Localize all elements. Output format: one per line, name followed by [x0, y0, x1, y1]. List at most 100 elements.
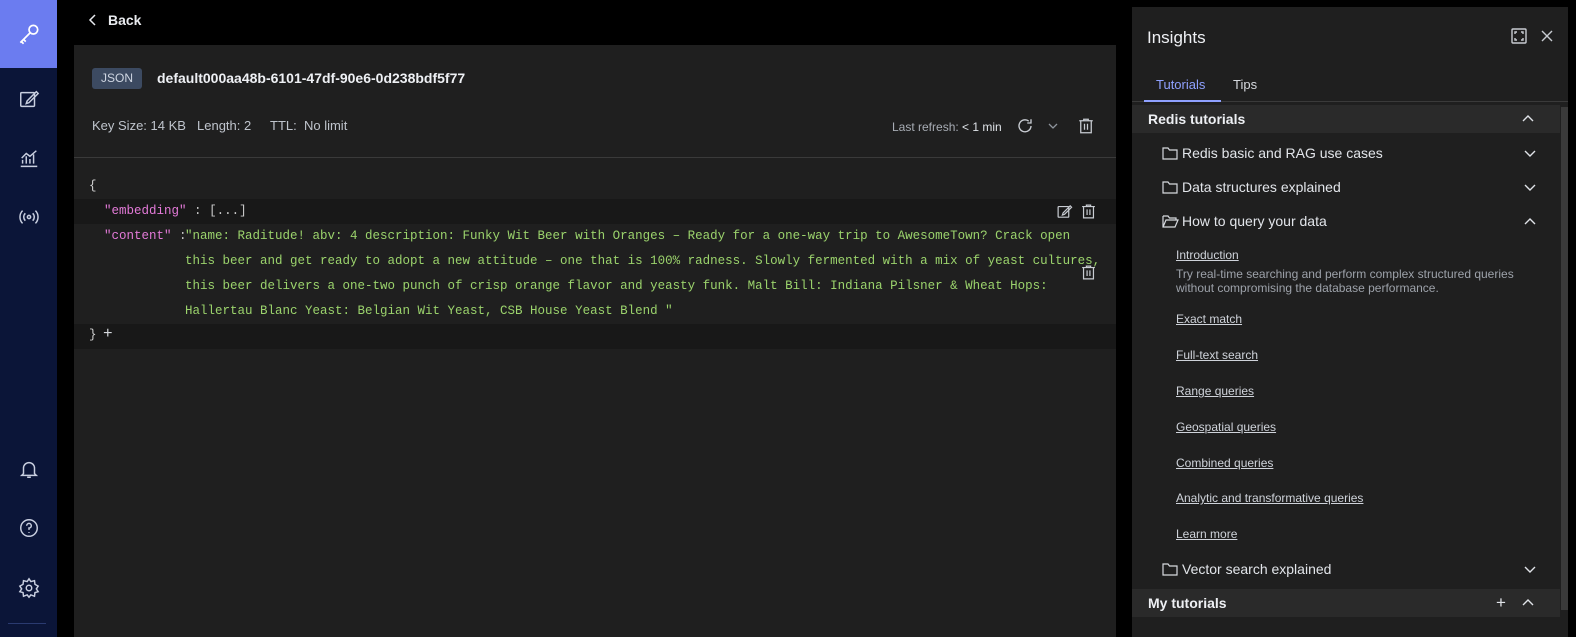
top-bar [74, 0, 1116, 45]
length-label: Length: [197, 118, 241, 133]
chevron-up-icon [1524, 217, 1536, 225]
folder-icon [1162, 562, 1178, 576]
folder-icon [1162, 146, 1178, 160]
auto-refresh-dropdown[interactable] [1048, 122, 1058, 130]
key-size-info: Key Size: 14 KB [92, 118, 186, 133]
nav-divider [8, 623, 46, 624]
last-refresh-value: < 1 min [962, 120, 1002, 134]
add-field-button[interactable]: + [103, 325, 113, 343]
tutorial-link[interactable]: Combined queries [1176, 456, 1273, 470]
tab-tips[interactable]: Tips [1233, 77, 1257, 92]
folder-redis-basic[interactable]: Redis basic and RAG use cases [1162, 141, 1560, 165]
add-tutorial-button[interactable]: + [1496, 593, 1506, 613]
introduction-description: Try real-time searching and perform comp… [1176, 267, 1514, 295]
key-name[interactable]: default000aa48b-6101-47df-90e6-0d238bdf5… [157, 70, 465, 86]
edit-icon [18, 88, 40, 110]
chevron-left-icon [88, 13, 98, 27]
ttl-info[interactable]: TTL: No limit [270, 118, 347, 133]
folder-label: Data structures explained [1182, 179, 1341, 195]
chevron-down-icon [1048, 122, 1058, 130]
folder-label: Vector search explained [1182, 561, 1332, 577]
tutorial-link[interactable]: Geospatial queries [1176, 420, 1276, 434]
close-insights-button[interactable] [1541, 30, 1553, 42]
field-key: "embedding" [104, 204, 187, 218]
field-key: "content" [104, 229, 172, 243]
json-field-row[interactable]: "content" : "name: Raditude! abv: 4 desc… [74, 224, 1116, 324]
delete-field-button[interactable] [1080, 264, 1097, 281]
tutorial-link[interactable]: Exact match [1176, 312, 1242, 326]
folder-query-data[interactable]: How to query your data [1162, 209, 1560, 233]
last-refresh: Last refresh: < 1 min [892, 120, 1002, 134]
key-size-label: Key Size: [92, 118, 147, 133]
fullscreen-icon [1511, 28, 1527, 44]
pubsub-icon [17, 206, 41, 228]
folder-label: How to query your data [1182, 213, 1327, 229]
tutorial-link[interactable]: Range queries [1176, 384, 1254, 398]
folder-data-structures[interactable]: Data structures explained [1162, 175, 1560, 199]
insights-tabs: Tutorials Tips [1132, 65, 1568, 102]
gear-icon [18, 577, 40, 599]
section-label: My tutorials [1148, 595, 1227, 611]
analytics-icon [18, 148, 40, 170]
tutorial-link[interactable]: Learn more [1176, 527, 1237, 541]
tutorial-link[interactable]: Full-text search [1176, 348, 1258, 362]
tab-tutorials[interactable]: Tutorials [1156, 77, 1205, 92]
json-open-line: { [74, 179, 1116, 199]
key-header: JSON default000aa48b-6101-47df-90e6-0d23… [74, 45, 1116, 158]
workbench-nav-button[interactable] [0, 78, 57, 120]
field-value-line[interactable]: this beer delivers a one-two punch of cr… [185, 279, 1048, 293]
json-field-row[interactable]: "embedding" : [...] [74, 199, 1116, 224]
chevron-down-icon [1524, 566, 1536, 574]
bell-icon [18, 458, 40, 480]
insights-title: Insights [1147, 28, 1206, 47]
field-value-line[interactable]: "name: Raditude! abv: 4 description: Fun… [185, 229, 1070, 243]
chevron-up-icon [1522, 598, 1534, 606]
left-nav [0, 0, 57, 637]
close-icon [1541, 30, 1553, 42]
length-info: Length: 2 [197, 118, 251, 133]
field-value[interactable]: [...] [209, 204, 247, 218]
field-value-line[interactable]: this beer and get ready to adopt a new a… [185, 254, 1100, 268]
ttl-label: TTL: [270, 118, 297, 133]
pubsub-nav-button[interactable] [0, 196, 57, 238]
app-window: Back JSON default000aa48b-6101-47df-90e6… [0, 0, 1576, 637]
chevron-down-icon [1524, 184, 1536, 192]
delete-field-button[interactable] [1080, 203, 1097, 220]
tutorial-link[interactable]: Analytic and transformative queries [1176, 491, 1363, 505]
browser-nav-button[interactable] [0, 0, 57, 68]
fullscreen-button[interactable] [1511, 28, 1527, 44]
my-tutorials-header[interactable]: My tutorials + [1132, 589, 1560, 617]
help-icon [18, 517, 40, 539]
edit-field-button[interactable] [1056, 203, 1073, 220]
trash-icon [1080, 203, 1097, 220]
back-label: Back [108, 12, 142, 28]
open-brace: { [89, 179, 97, 193]
insights-scrollbar[interactable] [1561, 107, 1568, 610]
tutorial-link-introduction[interactable]: Introduction [1176, 248, 1239, 262]
field-separator: : [194, 204, 202, 218]
folder-open-icon [1162, 214, 1179, 228]
folder-icon [1162, 180, 1178, 194]
notifications-nav-button[interactable] [0, 448, 57, 490]
back-button[interactable]: Back [88, 12, 141, 28]
key-icon [16, 21, 42, 47]
last-refresh-label: Last refresh: [892, 120, 959, 134]
redis-tutorials-header[interactable]: Redis tutorials [1132, 105, 1560, 133]
folder-vector-search[interactable]: Vector search explained [1162, 557, 1560, 581]
analytics-nav-button[interactable] [0, 138, 57, 180]
field-value-line[interactable]: Hallertau Blanc Yeast: Belgian Wit Yeast… [185, 304, 673, 318]
ttl-value[interactable]: No limit [304, 118, 347, 133]
refresh-button[interactable] [1016, 117, 1034, 135]
refresh-icon [1016, 117, 1034, 135]
key-size-value: 14 KB [150, 118, 186, 133]
json-close-line: } + [74, 324, 1116, 349]
field-key-text: "content" : [104, 229, 187, 243]
length-value: 2 [244, 118, 252, 133]
trash-icon [1077, 117, 1095, 135]
help-nav-button[interactable] [0, 507, 57, 549]
insights-panel: Insights Tutorials Tips Redis tutorials [1132, 7, 1568, 637]
section-label: Redis tutorials [1148, 111, 1246, 127]
delete-key-button[interactable] [1077, 117, 1095, 135]
chevron-up-icon [1522, 114, 1534, 122]
settings-nav-button[interactable] [0, 567, 57, 609]
